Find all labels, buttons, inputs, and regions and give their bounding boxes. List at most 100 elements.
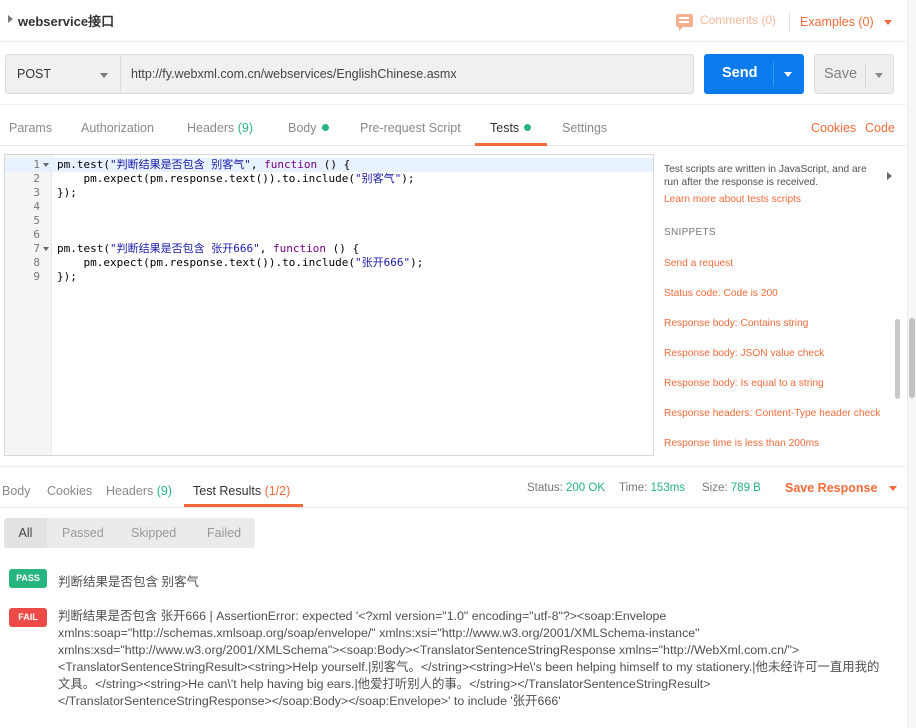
body-indicator-dot <box>321 124 329 131</box>
snippet-item[interactable]: Response body: Contains string <box>664 318 808 329</box>
send-options-chevron-icon[interactable] <box>784 72 792 77</box>
line-number: 5 <box>33 214 40 227</box>
chevron-down-icon <box>883 19 892 25</box>
response-tab-body[interactable]: Body <box>2 484 31 498</box>
code-line[interactable]: 5 <box>5 214 653 228</box>
size-value: 789 B <box>730 482 761 494</box>
code-token: pm.expect(pm.response.text()).to.include… <box>57 172 356 185</box>
failed-test-message: 判断结果是否包含 张开666 | AssertionError: expecte… <box>58 609 880 708</box>
size-readout: Size: 789 B <box>702 482 761 494</box>
code-line[interactable]: 8 pm.expect(pm.response.text()).to.inclu… <box>5 256 653 270</box>
save-response-dropdown[interactable]: Save Response <box>785 481 898 495</box>
tab-tests[interactable]: Tests <box>490 121 532 135</box>
code-token: () { <box>317 158 351 171</box>
code-token: }); <box>57 186 77 199</box>
snippets-heading: SNIPPETS <box>664 227 716 238</box>
tab-body[interactable]: Body <box>288 121 329 135</box>
fold-arrow-icon[interactable] <box>43 163 49 167</box>
pass-badge: PASS <box>9 569 47 588</box>
snippets-intro: Test scripts are written in JavaScript, … <box>664 164 867 188</box>
tab-authorization[interactable]: Authorization <box>81 121 154 135</box>
comments-button[interactable]: Comments (0) <box>676 13 776 31</box>
fail-badge: FAIL <box>9 608 47 627</box>
request-name[interactable]: webservice接口 <box>18 11 114 30</box>
code-token: ); <box>410 256 424 269</box>
examples-label: Examples (0) <box>800 15 874 29</box>
tab-params[interactable]: Params <box>9 121 52 135</box>
page-scrollbar[interactable] <box>907 0 916 728</box>
divider <box>773 62 774 86</box>
code-text: pm.expect(pm.response.text()).to.include… <box>57 172 415 186</box>
line-number: 2 <box>33 172 40 185</box>
filter-all[interactable]: All <box>4 518 47 548</box>
snippet-item[interactable]: Response time is less than 200ms <box>664 438 819 449</box>
code-token: pm.expect(pm.response.text()).to.include… <box>57 256 356 269</box>
code-token: () { <box>325 242 360 255</box>
code-line[interactable]: 7 pm.test("判断结果是否包含 张开666", function () { <box>5 242 653 256</box>
tab-headers[interactable]: Headers (9) <box>187 121 253 135</box>
time-value: 153ms <box>650 482 686 494</box>
snippets-panel: Test scripts are written in JavaScript, … <box>660 154 906 460</box>
code-text: }); <box>57 186 77 200</box>
snippet-item[interactable]: Response body: JSON value check <box>664 348 824 359</box>
tab-settings[interactable]: Settings <box>562 121 607 135</box>
code-token: ); <box>401 172 415 185</box>
code-keyword: function <box>264 158 318 171</box>
snippet-item[interactable]: Response headers: Content-Type header ch… <box>664 408 880 419</box>
code-line[interactable]: 6 <box>5 228 653 242</box>
response-tab-headers[interactable]: Headers (9) <box>106 484 172 498</box>
tests-code-editor[interactable]: 1 pm.test("判断结果是否包含 别客气", function () {2 … <box>4 154 654 456</box>
examples-dropdown[interactable]: Examples (0) <box>800 15 892 29</box>
scrollbar-thumb[interactable] <box>909 318 915 398</box>
save-label: Save <box>824 66 858 82</box>
code-string: "别客气" <box>355 172 402 185</box>
expand-caret-icon[interactable] <box>8 15 13 23</box>
code-token: pm.test( <box>57 242 110 255</box>
filter-failed[interactable]: Failed <box>207 518 241 548</box>
code-text: pm.test("判断结果是否包含 别客气", function () { <box>57 158 350 172</box>
line-number: 9 <box>33 270 40 283</box>
response-tab-cookies[interactable]: Cookies <box>47 484 92 498</box>
code-line[interactable]: 9}); <box>5 270 653 284</box>
line-number: 4 <box>33 200 40 213</box>
code-line[interactable]: 1 pm.test("判断结果是否包含 别客气", function () { <box>5 158 653 172</box>
tab-tests-label: Tests <box>490 121 520 135</box>
code-line[interactable]: 2 pm.expect(pm.response.text()).to.inclu… <box>5 172 653 186</box>
code-line[interactable]: 3}); <box>5 186 653 200</box>
response-tab-test-results[interactable]: Test Results (1/2) <box>193 484 290 498</box>
tab-prerequest-script[interactable]: Pre-request Script <box>360 121 461 135</box>
learn-more-link[interactable]: Learn more about tests scripts <box>664 194 801 205</box>
divider <box>865 63 866 87</box>
snippet-item[interactable]: Status code: Code is 200 <box>664 288 778 299</box>
save-button[interactable]: Save <box>814 54 894 94</box>
code-token: , <box>250 158 265 171</box>
collapse-panel-icon[interactable] <box>887 172 892 180</box>
code-token: }); <box>57 270 77 283</box>
size-label: Size: <box>702 482 728 494</box>
tab-headers-label: Headers <box>187 121 235 135</box>
tests-indicator-dot <box>524 124 532 131</box>
snippet-item[interactable]: Send a request <box>664 258 733 269</box>
time-label: Time: <box>619 482 648 494</box>
filter-skipped[interactable]: Skipped <box>131 518 176 548</box>
line-number: 6 <box>33 228 40 241</box>
chevron-down-icon <box>889 485 898 491</box>
save-options-chevron-icon[interactable] <box>875 73 883 78</box>
snippet-item[interactable]: Response body: Is equal to a string <box>664 378 824 389</box>
cookies-link[interactable]: Cookies <box>811 121 856 135</box>
fold-arrow-icon[interactable] <box>43 247 49 251</box>
method-select[interactable]: POST <box>5 54 121 94</box>
response-tabs-bar: Body Cookies Headers (9) Test Results (1… <box>0 466 906 508</box>
passed-test-name: 判断结果是否包含 别客气 <box>58 575 199 589</box>
snippets-scrollbar[interactable] <box>895 319 900 399</box>
status-readout: Status: 200 OK <box>527 482 605 494</box>
code-line[interactable]: 4 <box>5 200 653 214</box>
send-button[interactable]: Send <box>704 54 804 94</box>
time-readout: Time: 153ms <box>619 482 685 494</box>
tab-body-label: Body <box>288 121 317 135</box>
url-input[interactable] <box>120 54 694 94</box>
filter-passed[interactable]: Passed <box>62 518 104 548</box>
code-link[interactable]: Code <box>865 121 895 135</box>
code-string: "判断结果是否包含 张开666" <box>109 242 260 255</box>
request-title-bar: webservice接口 Comments (0) Examples (0) <box>0 0 906 42</box>
